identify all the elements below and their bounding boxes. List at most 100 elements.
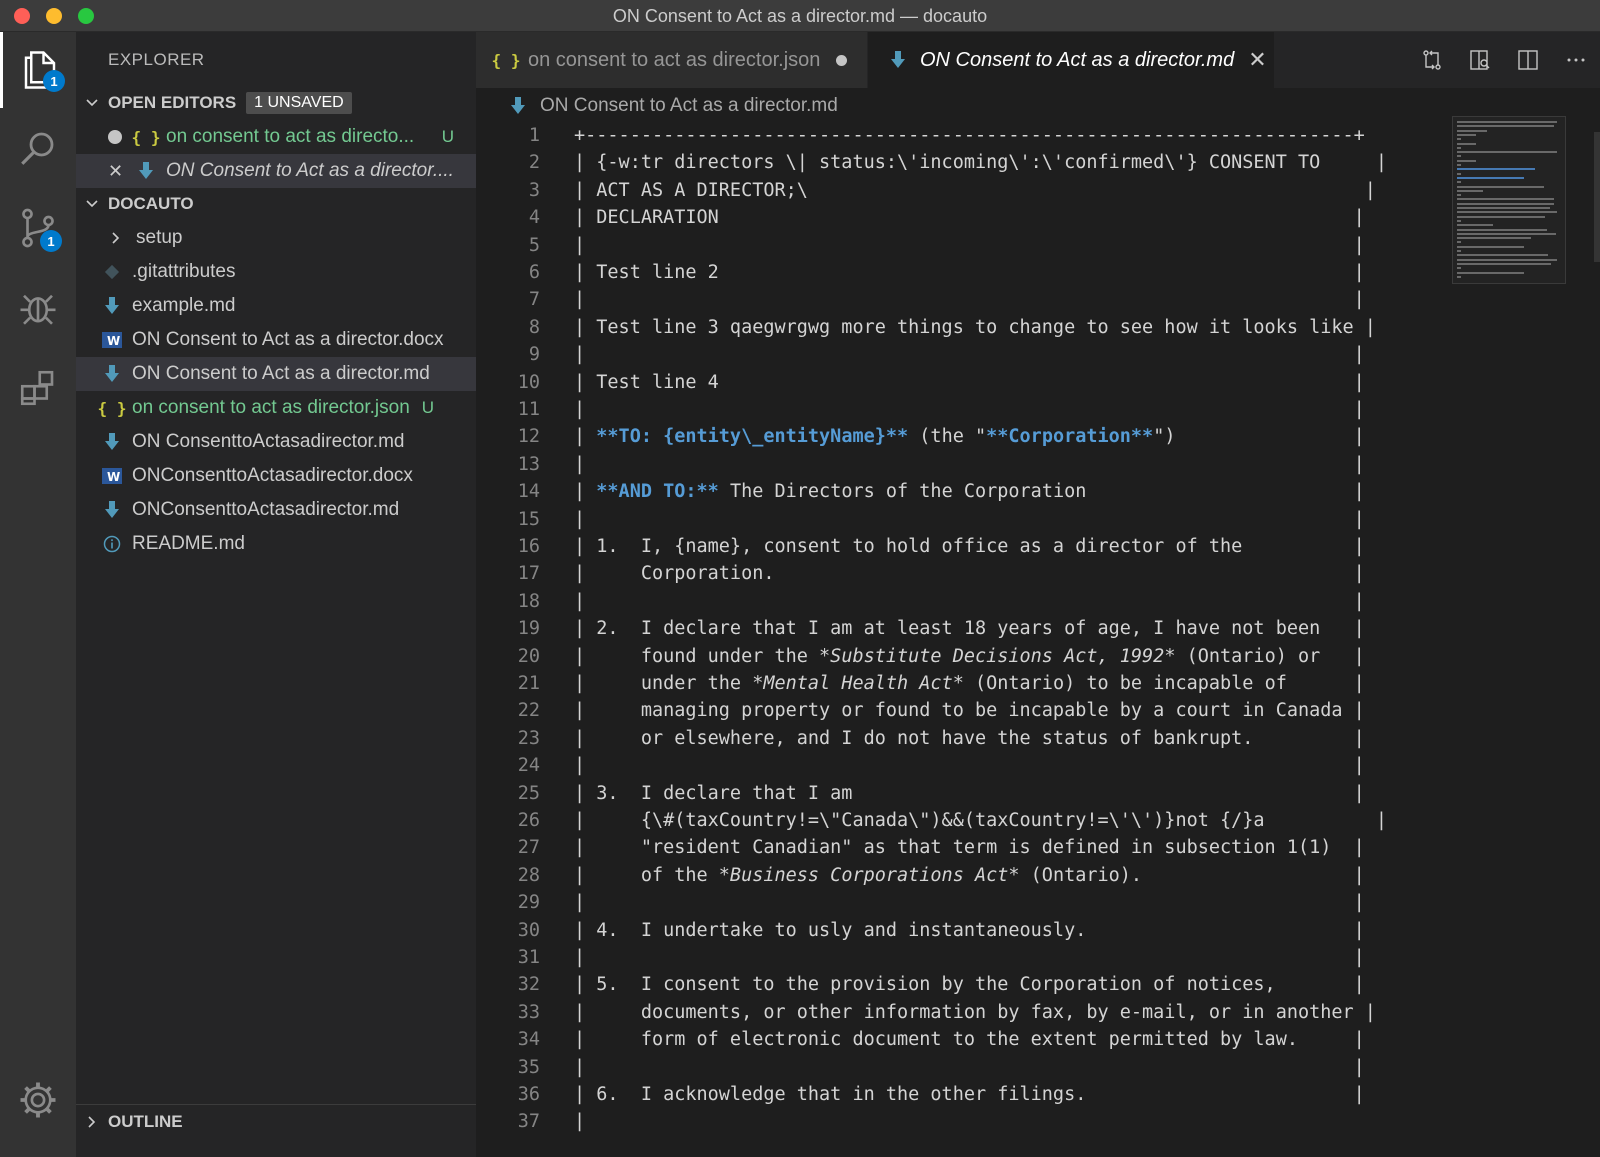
line-number: 16 <box>517 536 540 557</box>
code-line[interactable]: 2 | {-w:tr directors \| status:\'incoming… <box>476 149 1600 177</box>
tree-item-gitattributes[interactable]: .gitattributes <box>76 255 476 289</box>
line-number: 17 <box>517 563 540 585</box>
code-line[interactable]: 24 | | <box>476 752 1600 780</box>
code-line[interactable]: 18 | | <box>476 588 1600 616</box>
line-text: +---------------------------------------… <box>574 125 1365 146</box>
minimap-line <box>1457 185 1544 188</box>
line-text: | | <box>574 508 1365 530</box>
close-icon[interactable]: ✕ <box>108 161 126 182</box>
code-line[interactable]: 8 | Test line 3 qaegwrgwg more things to … <box>476 314 1600 342</box>
activity-search[interactable] <box>0 110 76 186</box>
explorer-badge: 1 <box>43 70 65 92</box>
activity-debug[interactable] <box>0 270 76 346</box>
line-text: | | <box>574 289 1365 311</box>
code-line[interactable]: 3 | ACT AS A DIRECTOR;\ | <box>476 177 1600 205</box>
code-line[interactable]: 5 | | <box>476 232 1600 260</box>
compare-changes-icon[interactable] <box>1408 48 1456 72</box>
tree-item-example-md[interactable]: example.md <box>76 289 476 323</box>
editor-actions <box>1408 32 1600 88</box>
tree-item-docx[interactable]: W ON Consent to Act as a director.docx <box>76 323 476 357</box>
minimap[interactable] <box>1452 116 1566 284</box>
code-line[interactable]: 21 | under the *Mental Health Act* (Ontar… <box>476 670 1600 698</box>
minimap-line <box>1457 138 1461 141</box>
markdown-icon <box>100 294 124 318</box>
code-line[interactable]: 36 | 6. I acknowledge that in the other f… <box>476 1081 1600 1109</box>
activity-settings[interactable] <box>0 1062 76 1138</box>
tree-item-md[interactable]: ONConsenttoActasadirector.md <box>76 493 476 527</box>
code-line[interactable]: 20 | found under the *Substitute Decision… <box>476 643 1600 671</box>
code-line[interactable]: 6 | Test line 2 | <box>476 259 1600 287</box>
line-number: 3 <box>528 179 540 201</box>
line-text: | | <box>574 453 1365 475</box>
line-number: 14 <box>517 481 540 503</box>
minimap-line <box>1457 245 1524 248</box>
tree-item-label: .gitattributes <box>132 261 236 282</box>
code-line[interactable]: 17 | Corporation. | <box>476 560 1600 588</box>
line-text: | Corporation. | <box>574 563 1365 585</box>
activity-extensions[interactable] <box>0 350 76 426</box>
outline-header[interactable]: OUTLINE <box>76 1104 476 1139</box>
editor-area: { } on consent to act as director.json O… <box>476 32 1600 1157</box>
tree-item-docx[interactable]: W ONConsenttoActasadirector.docx <box>76 459 476 493</box>
code-line[interactable]: 14 | **AND TO:** The Directors of the Cor… <box>476 478 1600 506</box>
scrollbar[interactable] <box>1594 132 1600 262</box>
code-line[interactable]: 9 | | <box>476 341 1600 369</box>
line-text: | | <box>574 399 1365 420</box>
open-editors-label: OPEN EDITORS <box>108 93 237 112</box>
close-icon[interactable]: ✕ <box>1248 47 1266 73</box>
code-line[interactable]: 30 | 4. I undertake to usly and instantan… <box>476 917 1600 945</box>
activity-explorer[interactable]: 1 <box>0 32 76 108</box>
tree-item-md-selected[interactable]: ON Consent to Act as a director.md <box>76 357 476 391</box>
breadcrumb[interactable]: ON Consent to Act as a director.md <box>506 90 838 122</box>
line-number: 30 <box>517 919 540 941</box>
debug-icon <box>20 294 56 325</box>
line-text: | 4. I undertake to usly and instantaneo… <box>574 919 1365 941</box>
tab-md-active[interactable]: ON Consent to Act as a director.md ✕ <box>868 32 1274 88</box>
code-line[interactable]: 37 | <box>476 1108 1600 1136</box>
minimap-line <box>1457 202 1555 205</box>
code-line[interactable]: 12 | **TO: {entity\_entityName}** (the "*… <box>476 423 1600 451</box>
line-text: | "resident Canadian" as that term is de… <box>574 837 1365 859</box>
docauto-folder-header[interactable]: DOCAUTO <box>76 187 476 221</box>
code-line[interactable]: 7 | | <box>476 286 1600 314</box>
code-line[interactable]: 10 | Test line 4 | <box>476 369 1600 397</box>
tree-item-json[interactable]: { } on consent to act as director.json U <box>76 391 476 425</box>
line-text: | **AND TO:** The Directors of the Corpo… <box>574 481 1365 503</box>
open-editor-item[interactable]: { } on consent to act as directo... U <box>76 120 476 154</box>
code-line[interactable]: 22 | managing property or found to be inc… <box>476 697 1600 725</box>
code-line[interactable]: 34 | form of electronic document to the e… <box>476 1026 1600 1054</box>
code-line[interactable]: 23 | or elsewhere, and I do not have the … <box>476 725 1600 753</box>
code-line[interactable]: 19 | 2. I declare that I am at least 18 y… <box>476 615 1600 643</box>
code-line[interactable]: 25 | 3. I declare that I am | <box>476 780 1600 808</box>
code-line[interactable]: 1 +--------------------------------------… <box>476 122 1600 150</box>
code-line[interactable]: 35 | | <box>476 1054 1600 1082</box>
tree-item-readme[interactable]: README.md <box>76 527 476 561</box>
code-line[interactable]: 33 | documents, or other information by f… <box>476 999 1600 1027</box>
dirty-dot-icon[interactable] <box>108 130 122 144</box>
code-line[interactable]: 32 | 5. I consent to the provision by the… <box>476 971 1600 999</box>
open-editor-name: ON Consent to Act as a director.... <box>166 160 454 181</box>
open-editors-header[interactable]: OPEN EDITORS 1 UNSAVED <box>76 86 476 120</box>
code-line[interactable]: 29 | | <box>476 889 1600 917</box>
minimap-line <box>1457 250 1461 252</box>
code-line[interactable]: 31 | | <box>476 944 1600 972</box>
activity-source-control[interactable]: 1 <box>0 190 76 266</box>
code-line[interactable]: 16 | 1. I, {name}, consent to hold office… <box>476 533 1600 561</box>
open-preview-icon[interactable] <box>1456 48 1504 72</box>
tree-item-setup[interactable]: setup <box>76 221 476 255</box>
line-text: | Test line 2 | <box>574 262 1365 283</box>
code-line[interactable]: 13 | | <box>476 451 1600 479</box>
code-line[interactable]: 4 | DECLARATION | <box>476 204 1600 232</box>
dirty-dot-icon[interactable] <box>836 54 848 66</box>
code-line[interactable]: 26 | {\#(taxCountry!=\"Canada\")&&(taxCou… <box>476 807 1600 835</box>
code-line[interactable]: 27 | "resident Canadian" as that term is … <box>476 834 1600 862</box>
code-line[interactable]: 28 | of the *Business Corporations Act* (… <box>476 862 1600 890</box>
line-text: | documents, or other information by fax… <box>574 1001 1376 1023</box>
more-actions-icon[interactable] <box>1552 48 1600 72</box>
split-editor-icon[interactable] <box>1504 48 1552 72</box>
open-editor-item[interactable]: ✕ ON Consent to Act as a director.... <box>76 154 476 188</box>
code-line[interactable]: 11 | | <box>476 396 1600 424</box>
tree-item-md[interactable]: ON ConsenttoActasadirector.md <box>76 425 476 459</box>
tab-json[interactable]: { } on consent to act as director.json <box>476 32 868 88</box>
code-line[interactable]: 15 | | <box>476 506 1600 534</box>
